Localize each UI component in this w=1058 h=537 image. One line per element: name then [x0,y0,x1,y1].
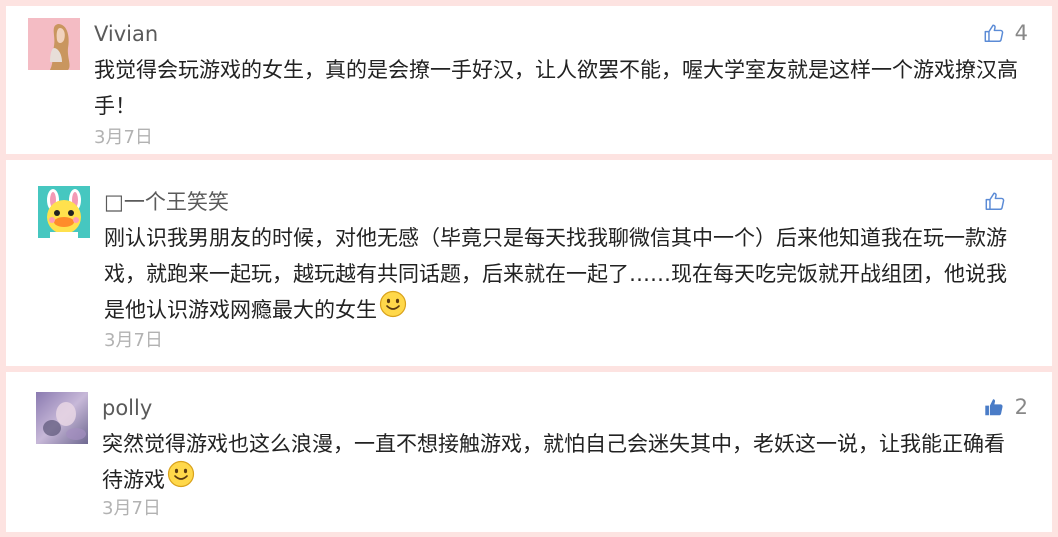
like-count: 2 [1014,394,1028,419]
smiley-face-icon [379,290,407,329]
comment-text: 突然觉得游戏也这么浪漫，一直不想接触游戏，就怕自己会迷失其中，老妖这一说，让我能… [102,426,1012,499]
username[interactable]: Vivian [94,24,158,45]
comment-card: □一个王笑笑 刚认识我男朋友的时候，对他无感（毕竟只是每天找我聊微信其中一个）后… [6,160,1052,366]
username[interactable]: polly [102,398,152,419]
like-count: 4 [1014,20,1028,45]
username[interactable]: □一个王笑笑 [104,192,229,213]
comment-date: 3月7日 [102,498,161,519]
thumbs-up-filled-icon [983,396,1005,418]
smiley-face-icon [167,460,195,499]
comment-text-body: 刚认识我男朋友的时候，对他无感（毕竟只是每天找我聊微信其中一个）后来他知道我在玩… [104,226,1007,322]
avatar[interactable] [28,18,80,70]
avatar[interactable] [36,392,88,444]
like-button[interactable]: 2 [983,394,1028,420]
comment-card: polly 2 突然觉得游戏也这么浪漫，一直不想接触游戏，就怕自己会迷失其中，老… [6,372,1052,532]
avatar[interactable] [38,186,90,238]
comment-date: 3月7日 [94,127,153,148]
comment-text: 我觉得会玩游戏的女生，真的是会撩一手好汉，让人欲罢不能，喔大学室友就是这样一个游… [94,58,1018,118]
comment-text-body: 突然觉得游戏也这么浪漫，一直不想接触游戏，就怕自己会迷失其中，老妖这一说，让我能… [102,432,1005,492]
comment-card: Vivian 4 我觉得会玩游戏的女生，真的是会撩一手好汉，让人欲罢不能，喔大学… [6,6,1052,154]
comment-text: 刚认识我男朋友的时候，对他无感（毕竟只是每天找我聊微信其中一个）后来他知道我在玩… [104,220,1024,329]
like-button[interactable]: 4 [983,20,1028,46]
thumbs-up-outline-icon [983,22,1005,44]
thumbs-up-outline-icon [984,190,1006,212]
like-button[interactable] [984,188,1016,214]
comment-date: 3月7日 [104,330,163,351]
